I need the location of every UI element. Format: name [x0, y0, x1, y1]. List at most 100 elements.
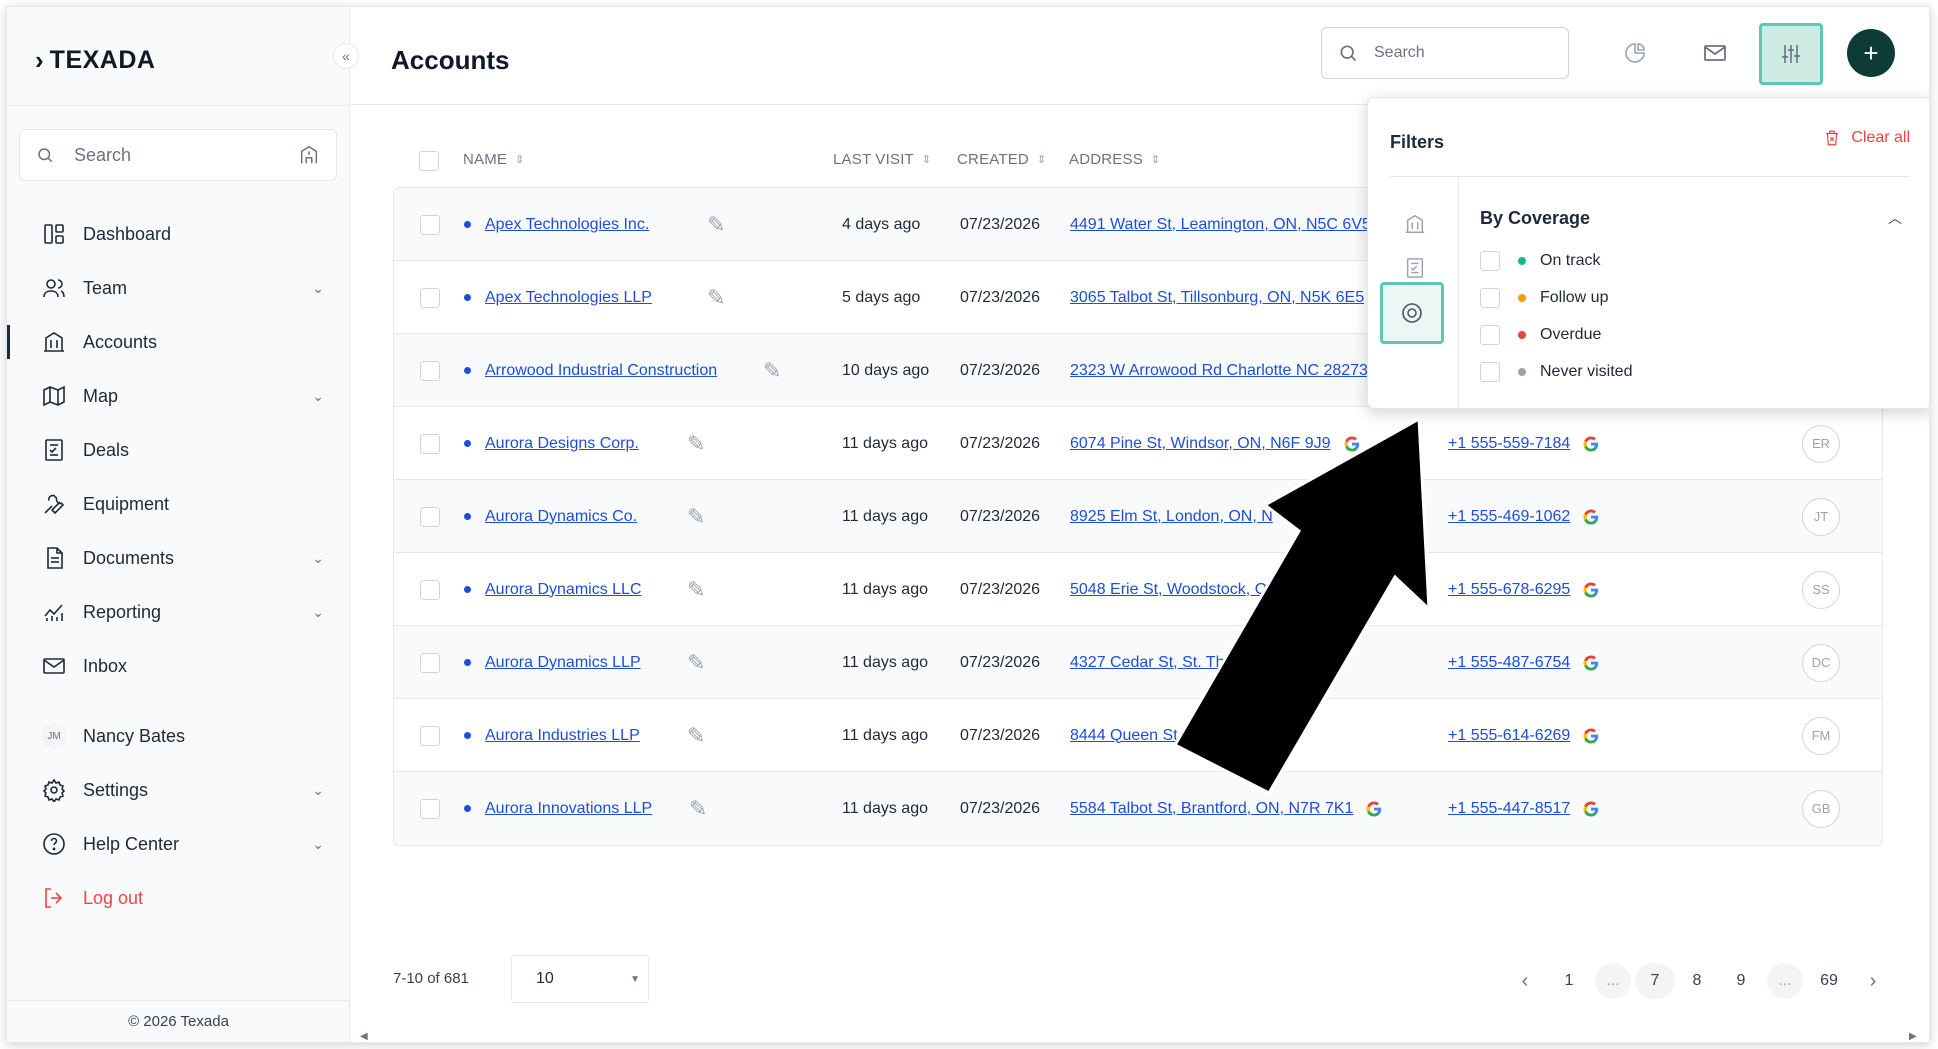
account-name-link[interactable]: Aurora Industries LLP: [485, 727, 663, 745]
google-icon[interactable]: [1582, 435, 1600, 453]
google-icon[interactable]: [1582, 581, 1600, 599]
checkbox[interactable]: [419, 151, 439, 171]
sidebar-item-team[interactable]: Team ⌄: [7, 261, 350, 315]
sidebar-item-reporting[interactable]: Reporting ⌄: [7, 585, 350, 639]
sidebar-search-input[interactable]: Search: [19, 129, 337, 181]
checkbox[interactable]: [1480, 324, 1500, 345]
address-link[interactable]: 8444 Queen St: [1070, 727, 1178, 745]
edit-icon[interactable]: ✎: [687, 723, 705, 749]
checkbox[interactable]: [420, 506, 440, 527]
checkbox[interactable]: [1480, 361, 1500, 382]
sidebar-item-equipment[interactable]: Equipment: [7, 477, 350, 531]
page-ellipsis[interactable]: ...: [1595, 963, 1631, 999]
sidebar-item-help-center[interactable]: Help Center ⌄: [7, 817, 350, 871]
texada-logo[interactable]: › TEXADA: [35, 45, 155, 76]
table-row[interactable]: Aurora Innovations LLP ✎ 11 days ago 07/23/…: [394, 772, 1882, 845]
header-search-input[interactable]: Search: [1321, 27, 1569, 79]
account-name-link[interactable]: Aurora Dynamics LLP: [485, 654, 663, 672]
google-icon[interactable]: [1365, 800, 1383, 818]
account-name-link[interactable]: Aurora Innovations LLP: [485, 800, 665, 818]
add-account-button[interactable]: +: [1847, 29, 1895, 77]
edit-icon[interactable]: ✎: [707, 285, 725, 311]
chevron-up-icon[interactable]: ︿: [1888, 208, 1902, 228]
coverage-option-follow-up[interactable]: Follow up: [1480, 279, 1632, 316]
filter-tab-accounts[interactable]: [1392, 204, 1438, 244]
coverage-option-on-track[interactable]: On track: [1480, 242, 1632, 279]
address-link[interactable]: 5584 Talbot St, Brantford, ON, N7R 7K1: [1070, 800, 1353, 818]
checkbox[interactable]: [1480, 287, 1500, 308]
owner-avatar[interactable]: SS: [1802, 570, 1840, 609]
scroll-left-arrow[interactable]: ◀: [360, 1031, 368, 1042]
page-button[interactable]: 9: [1719, 963, 1763, 999]
column-header-name[interactable]: NAME ⇕: [463, 151, 525, 168]
edit-icon[interactable]: ✎: [687, 504, 705, 530]
column-header-created[interactable]: CREATED ⇕: [957, 151, 1046, 168]
filter-tab-coverage[interactable]: [1380, 282, 1444, 344]
sidebar-user[interactable]: JM Nancy Bates: [7, 709, 350, 763]
checkbox[interactable]: [420, 287, 440, 308]
table-row[interactable]: Aurora Designs Corp. ✎ 11 days ago 07/23/20…: [394, 407, 1882, 480]
page-button[interactable]: 69: [1807, 963, 1851, 999]
select-all-checkbox[interactable]: [419, 151, 439, 171]
page-size-select[interactable]: 10 ▼: [511, 955, 649, 1003]
google-icon[interactable]: [1582, 654, 1600, 672]
page-button[interactable]: 1: [1547, 963, 1591, 999]
google-icon[interactable]: [1582, 727, 1600, 745]
account-name-link[interactable]: Apex Technologies LLP: [485, 289, 683, 307]
edit-icon[interactable]: ✎: [707, 212, 725, 238]
filter-button[interactable]: [1759, 23, 1823, 85]
account-name-link[interactable]: Aurora Designs Corp.: [485, 435, 663, 453]
sidebar-item-inbox[interactable]: Inbox: [7, 639, 350, 693]
edit-icon[interactable]: ✎: [689, 796, 707, 822]
account-name-link[interactable]: Arrowood Industrial Construction: [485, 362, 739, 380]
checkbox[interactable]: [420, 798, 440, 819]
owner-avatar[interactable]: FM: [1802, 716, 1840, 755]
owner-avatar[interactable]: ER: [1802, 424, 1840, 463]
edit-icon[interactable]: ✎: [763, 358, 781, 384]
owner-avatar[interactable]: GB: [1802, 789, 1840, 828]
account-name-link[interactable]: Aurora Dynamics LLC: [485, 581, 663, 599]
sidebar-item-accounts[interactable]: Accounts: [7, 315, 350, 369]
address-link[interactable]: 3065 Talbot St, Tillsonburg, ON, N5K 6E5: [1070, 289, 1364, 307]
checkbox[interactable]: [420, 433, 440, 454]
checkbox[interactable]: [420, 360, 440, 381]
next-page-button[interactable]: ›: [1851, 963, 1895, 999]
table-row[interactable]: Aurora Dynamics LLP ✎ 11 days ago 07/23/202…: [394, 626, 1882, 699]
phone-link[interactable]: +1 555-447-8517: [1448, 800, 1570, 818]
checkbox[interactable]: [420, 652, 440, 673]
checkbox[interactable]: [420, 725, 440, 746]
edit-icon[interactable]: ✎: [687, 431, 705, 457]
google-icon[interactable]: [1582, 800, 1600, 818]
owner-avatar[interactable]: JT: [1802, 497, 1840, 536]
coverage-option-never-visited[interactable]: Never visited: [1480, 353, 1632, 390]
sidebar-item-dashboard[interactable]: Dashboard: [7, 207, 350, 261]
checkbox[interactable]: [420, 214, 440, 235]
google-icon[interactable]: [1582, 508, 1600, 526]
scroll-right-arrow[interactable]: ▶: [1909, 1031, 1917, 1042]
owner-avatar[interactable]: DC: [1802, 643, 1840, 682]
address-link[interactable]: 4491 Water St, Leamington, ON, N5C 6V5: [1070, 216, 1371, 234]
collapse-sidebar-button[interactable]: «: [333, 43, 359, 69]
page-button[interactable]: 8: [1675, 963, 1719, 999]
table-row[interactable]: Aurora Dynamics Co. ✎ 11 days ago 07/23/202…: [394, 480, 1882, 553]
column-header-last-visit[interactable]: LAST VISIT ⇕: [833, 151, 931, 168]
sidebar-item-settings[interactable]: Settings ⌄: [7, 763, 350, 817]
logout-button[interactable]: Log out: [7, 871, 350, 925]
account-name-link[interactable]: Apex Technologies Inc.: [485, 216, 683, 234]
sidebar-item-map[interactable]: Map ⌄: [7, 369, 350, 423]
sidebar-item-deals[interactable]: Deals: [7, 423, 350, 477]
coverage-option-overdue[interactable]: Overdue: [1480, 316, 1632, 353]
edit-icon[interactable]: ✎: [687, 650, 705, 676]
account-name-link[interactable]: Aurora Dynamics Co.: [485, 508, 663, 526]
checkbox[interactable]: [420, 579, 440, 600]
checkbox[interactable]: [1480, 250, 1500, 271]
pie-chart-button[interactable]: [1613, 31, 1657, 75]
building-icon[interactable]: [298, 144, 320, 166]
edit-icon[interactable]: ✎: [687, 577, 705, 603]
page-ellipsis[interactable]: ...: [1767, 963, 1803, 999]
table-row[interactable]: Aurora Dynamics LLC ✎ 11 days ago 07/23/202…: [394, 553, 1882, 626]
column-header-address[interactable]: ADDRESS ⇕: [1069, 151, 1160, 168]
page-button-current[interactable]: 7: [1635, 963, 1675, 999]
sidebar-item-documents[interactable]: Documents ⌄: [7, 531, 350, 585]
table-row[interactable]: Aurora Industries LLP ✎ 11 days ago 07/23/2…: [394, 699, 1882, 772]
